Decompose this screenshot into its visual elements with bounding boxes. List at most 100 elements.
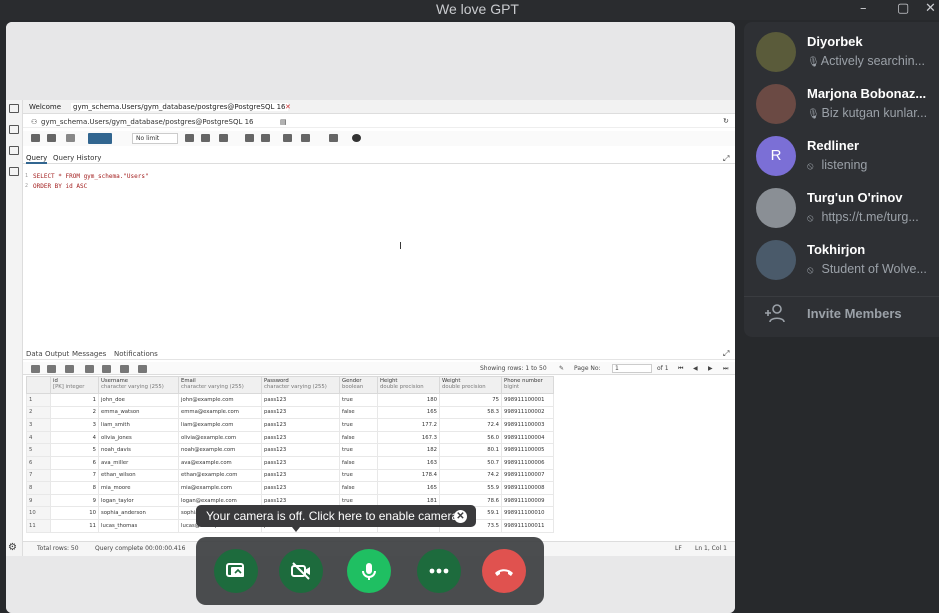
table-cell[interactable]: true (339, 393, 378, 407)
filter-button[interactable] (88, 133, 112, 144)
column-header[interactable]: Weight double precision (439, 376, 502, 394)
table-cell[interactable]: liam_smith (98, 418, 179, 432)
table-row[interactable]: 3 3 liam_smith liam@example.com pass123 true 1… (26, 418, 554, 432)
terminal-icon[interactable] (9, 146, 19, 155)
table-cell[interactable]: pass123 (261, 430, 340, 445)
open-file-icon[interactable] (31, 134, 40, 142)
macros-icon[interactable] (283, 134, 292, 142)
table-cell[interactable]: 998911100004 (501, 430, 554, 445)
tab-query-history[interactable]: Query History (53, 154, 101, 162)
table-cell[interactable]: false (339, 481, 378, 495)
list-icon[interactable] (329, 134, 338, 142)
tab-messages[interactable]: Messages (72, 350, 106, 358)
table-cell[interactable]: lucas_thomas (98, 518, 179, 533)
row-number[interactable]: 5 (26, 443, 51, 457)
more-button[interactable] (417, 549, 461, 593)
table-cell[interactable]: 80.1 (439, 443, 502, 457)
table-cell[interactable]: 180 (377, 393, 440, 407)
table-cell[interactable]: 998911100001 (501, 393, 554, 407)
last-page-icon[interactable]: ⏭ (723, 365, 728, 373)
row-number[interactable]: 6 (26, 455, 51, 470)
table-cell[interactable]: john_doe (98, 393, 179, 407)
table-cell[interactable]: 56.0 (439, 430, 502, 445)
tab-welcome[interactable]: Welcome (29, 103, 61, 111)
save-icon[interactable] (47, 134, 56, 142)
table-cell[interactable]: 998911100008 (501, 481, 554, 495)
table-cell[interactable]: logan_taylor (98, 493, 179, 508)
table-cell[interactable]: olivia_jones (98, 430, 179, 445)
table-cell[interactable]: false (339, 430, 378, 445)
doc-icon[interactable] (9, 125, 19, 134)
table-cell[interactable]: 165 (377, 405, 440, 420)
table-cell[interactable]: ava_miller (98, 455, 179, 470)
table-row[interactable]: 8 8 mia_moore mia@example.com pass123 false 16… (26, 481, 554, 495)
table-cell[interactable]: 55.9 (439, 481, 502, 495)
table-row[interactable]: 2 2 emma_watson emma@example.com pass123 fals… (26, 405, 554, 420)
column-header[interactable]: Username character varying (255) (98, 376, 179, 394)
paste-icon[interactable] (65, 365, 74, 373)
table-cell[interactable]: 2 (50, 405, 99, 420)
table-cell[interactable]: true (339, 443, 378, 457)
rollback-icon[interactable] (261, 134, 270, 142)
table-cell[interactable]: true (339, 468, 378, 483)
edit-icon[interactable] (66, 134, 75, 142)
copy-icon[interactable] (47, 365, 56, 373)
table-cell[interactable]: 182 (377, 443, 440, 457)
maximize-icon[interactable]: ▢ (897, 2, 909, 16)
table-cell[interactable]: false (339, 455, 378, 470)
page-input[interactable]: 1 (612, 364, 652, 373)
execute-icon[interactable] (201, 134, 210, 142)
end-call-button[interactable] (482, 549, 526, 593)
table-cell[interactable]: 9 (50, 493, 99, 508)
table-row[interactable]: 1 1 john_doe john@example.com pass123 true 180… (26, 393, 554, 407)
tab-query[interactable]: gym_schema.Users/gym_database/postgres@P… (71, 103, 288, 111)
member-item[interactable]: Marjona Bobonaz... 🎙 Biz kutgan kunlar..… (744, 74, 939, 126)
row-number[interactable]: 3 (26, 418, 51, 432)
table-cell[interactable]: pass123 (261, 405, 340, 420)
table-cell[interactable]: 75 (439, 393, 502, 407)
row-number[interactable]: 10 (26, 506, 51, 520)
table-cell[interactable]: 998911100006 (501, 455, 554, 470)
graph-icon[interactable] (138, 365, 147, 373)
table-cell[interactable]: mia@example.com (178, 481, 262, 495)
tree-icon[interactable] (9, 104, 19, 113)
row-number[interactable]: 4 (26, 430, 51, 445)
table-cell[interactable]: olivia@example.com (178, 430, 262, 445)
table-row[interactable]: 6 6 ava_miller ava@example.com pass123 false 1… (26, 455, 554, 470)
table-cell[interactable]: 998911100007 (501, 468, 554, 483)
minimize-icon[interactable]: – (860, 2, 867, 16)
table-cell[interactable]: 7 (50, 468, 99, 483)
table-row[interactable]: 4 4 olivia_jones olivia@example.com pass123 f… (26, 430, 554, 445)
tab-query-editor[interactable]: Query (26, 154, 48, 164)
column-header[interactable]: Password character varying (255) (261, 376, 340, 394)
add-row-icon[interactable] (31, 365, 40, 373)
table-cell[interactable]: pass123 (261, 418, 340, 432)
commit-icon[interactable] (245, 134, 254, 142)
table-cell[interactable]: 72.4 (439, 418, 502, 432)
table-cell[interactable]: 5 (50, 443, 99, 457)
row-number[interactable]: 7 (26, 468, 51, 483)
table-cell[interactable]: 4 (50, 430, 99, 445)
table-cell[interactable]: 11 (50, 518, 99, 533)
table-cell[interactable]: 998911100011 (501, 518, 554, 533)
table-cell[interactable]: 58.3 (439, 405, 502, 420)
sql-editor[interactable]: 1 SELECT * FROM gym_schema."Users" 2 ORD… (23, 166, 735, 341)
table-cell[interactable]: john@example.com (178, 393, 262, 407)
next-page-icon[interactable]: ▶ (708, 365, 713, 372)
table-cell[interactable]: sophia_anderson (98, 506, 179, 520)
stop-icon[interactable] (185, 134, 194, 142)
close-tab-icon[interactable]: ✕ (285, 103, 291, 111)
table-cell[interactable]: pass123 (261, 481, 340, 495)
format-icon[interactable] (301, 134, 310, 142)
table-cell[interactable]: 6 (50, 455, 99, 470)
table-cell[interactable]: 3 (50, 418, 99, 432)
table-cell[interactable]: liam@example.com (178, 418, 262, 432)
microphone-button[interactable] (347, 549, 391, 593)
table-cell[interactable]: 167.3 (377, 430, 440, 445)
member-item[interactable]: Tokhirjon ⦸ Student of Wolve... (744, 230, 939, 282)
delete-icon[interactable] (85, 365, 94, 373)
limit-select[interactable]: No limit (132, 133, 178, 144)
table-cell[interactable]: ethan_wilson (98, 468, 179, 483)
close-icon[interactable]: ✕ (925, 2, 936, 16)
explain-icon[interactable] (219, 134, 228, 142)
